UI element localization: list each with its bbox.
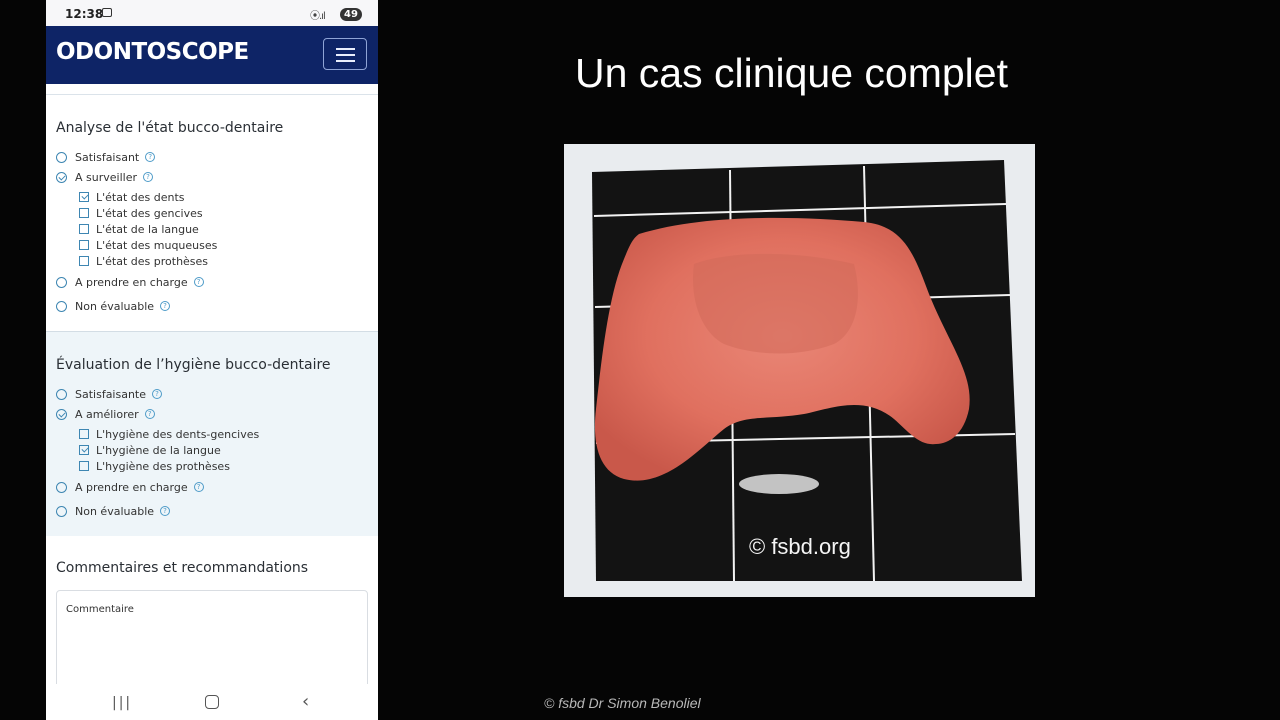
radio-icon[interactable]: [56, 276, 67, 288]
radio-non-evaluable[interactable]: Non évaluable ?: [56, 503, 171, 519]
menu-button[interactable]: [323, 38, 367, 70]
phone-screen: 12:38 ⦿.ıl 49 ODONTOSCOPE Analyse de l'é…: [46, 0, 378, 720]
checkbox-hygiene-protheses[interactable]: L'hygiène des prothèses: [79, 458, 230, 474]
option-label: A surveiller: [75, 170, 137, 184]
checkbox-icon[interactable]: [79, 240, 89, 250]
checkbox-label: L'hygiène de la langue: [96, 443, 221, 457]
radio-icon[interactable]: [56, 505, 67, 517]
photo-watermark: © fsbd.org: [749, 534, 851, 559]
checkbox-etat-muqueuses[interactable]: L'état des muqueuses: [79, 237, 217, 253]
radio-icon[interactable]: [56, 151, 67, 163]
help-icon[interactable]: ?: [193, 277, 204, 287]
checkbox-checked-icon[interactable]: [79, 192, 89, 202]
checkbox-icon[interactable]: [79, 208, 89, 218]
help-icon[interactable]: ?: [145, 152, 156, 162]
option-label: A prendre en charge: [75, 275, 188, 289]
radio-non-evaluable[interactable]: Non évaluable ?: [56, 298, 171, 314]
menu-icon: [336, 48, 355, 50]
slide-credit: © fsbd Dr Simon Benoliel: [544, 695, 701, 711]
checkbox-label: L'hygiène des dents-gencives: [96, 427, 260, 441]
radio-satisfaisante[interactable]: Satisfaisante ?: [56, 386, 163, 402]
radio-checked-icon[interactable]: [56, 171, 67, 183]
radio-icon[interactable]: [56, 388, 67, 400]
help-icon[interactable]: ?: [160, 506, 171, 516]
radio-satisfaisant[interactable]: Satisfaisant ?: [56, 149, 156, 165]
checkbox-etat-dents[interactable]: L'état des dents: [79, 189, 185, 205]
checkbox-icon[interactable]: [79, 429, 89, 439]
help-icon[interactable]: ?: [144, 409, 155, 419]
section-title: Commentaires et recommandations: [56, 560, 309, 576]
recent-apps-icon[interactable]: |||: [112, 695, 132, 711]
option-label: Non évaluable: [75, 299, 155, 313]
radio-a-ameliorer[interactable]: A améliorer ?: [56, 406, 155, 422]
slide-title: Un cas clinique complet: [575, 50, 1008, 96]
denture-photo: © fsbd.org: [564, 144, 1035, 597]
app-navbar: ODONTOSCOPE: [46, 26, 378, 84]
radio-checked-icon[interactable]: [56, 408, 67, 420]
app-logo[interactable]: ODONTOSCOPE: [56, 39, 249, 65]
checkbox-label: L'état des dents: [96, 190, 185, 204]
status-bar: 12:38 ⦿.ıl 49: [46, 0, 378, 26]
section-title: Évaluation de l’hygiène bucco-dentaire: [56, 357, 331, 373]
help-icon[interactable]: ?: [142, 172, 153, 182]
home-icon[interactable]: [205, 695, 219, 709]
battery-level: 49: [340, 8, 362, 21]
status-time: 12:38: [65, 7, 104, 21]
android-nav-bar: ||| ‹: [46, 684, 378, 720]
checkbox-icon[interactable]: [79, 256, 89, 266]
radio-a-surveiller[interactable]: A surveiller ?: [56, 169, 153, 185]
radio-icon[interactable]: [56, 481, 67, 493]
hygiene-section: Évaluation de l’hygiène bucco-dentaire S…: [46, 331, 378, 537]
checkbox-label: L'état des gencives: [96, 206, 203, 220]
option-label: Satisfaisante: [75, 387, 147, 401]
option-label: Satisfaisant: [75, 150, 140, 164]
checkbox-etat-langue[interactable]: L'état de la langue: [79, 221, 199, 237]
checkbox-checked-icon[interactable]: [79, 445, 89, 455]
menu-icon: [336, 60, 355, 62]
checkbox-label: L'état des prothèses: [96, 254, 209, 268]
help-icon[interactable]: ?: [193, 482, 204, 492]
radio-a-prendre-en-charge[interactable]: A prendre en charge ?: [56, 274, 204, 290]
option-label: A améliorer: [75, 407, 139, 421]
checkbox-label: L'état de la langue: [96, 222, 199, 236]
radio-a-prendre-en-charge[interactable]: A prendre en charge ?: [56, 479, 204, 495]
section-title: Analyse de l'état bucco-dentaire: [56, 120, 284, 136]
checkbox-icon[interactable]: [79, 224, 89, 234]
help-icon[interactable]: ?: [152, 389, 163, 399]
checkbox-hygiene-langue[interactable]: L'hygiène de la langue: [79, 442, 221, 458]
comments-section: Commentaires et recommandations Commenta…: [46, 536, 378, 700]
radio-icon[interactable]: [56, 300, 67, 312]
checkbox-etat-gencives[interactable]: L'état des gencives: [79, 205, 203, 221]
checkbox-label: L'état des muqueuses: [96, 238, 218, 252]
option-label: Non évaluable: [75, 504, 155, 518]
checkbox-hygiene-dents-gencives[interactable]: L'hygiène des dents-gencives: [79, 426, 259, 442]
help-icon[interactable]: ?: [160, 301, 171, 311]
comment-label: Commentaire: [66, 604, 134, 615]
checkbox-label: L'hygiène des prothèses: [96, 459, 230, 473]
oral-state-section: Analyse de l'état bucco-dentaire Satisfa…: [46, 95, 378, 331]
screen-record-icon: [102, 8, 112, 17]
signal-icon: ⦿.ıl: [310, 11, 326, 22]
checkbox-icon[interactable]: [79, 461, 89, 471]
back-icon[interactable]: ‹: [302, 691, 309, 712]
option-label: A prendre en charge: [75, 480, 188, 494]
menu-icon: [336, 54, 355, 56]
checkbox-etat-protheses[interactable]: L'état des prothèses: [79, 253, 208, 269]
